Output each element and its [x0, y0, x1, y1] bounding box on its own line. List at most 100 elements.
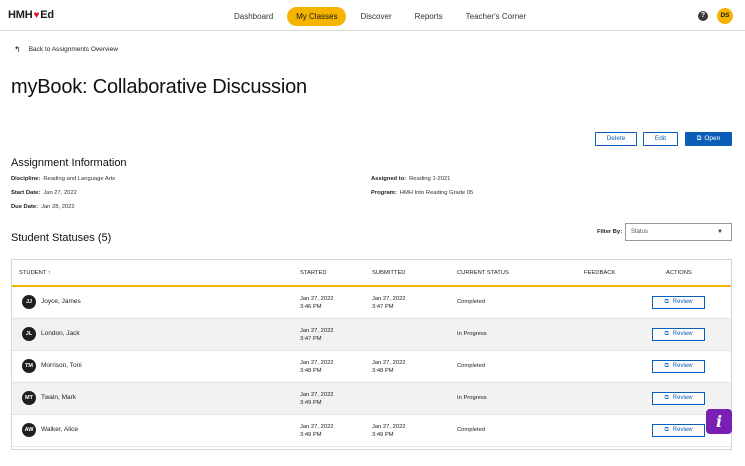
chevron-down-icon: ▼: [717, 229, 723, 235]
table-row: AW Walker, Alice Jan 27, 2022 3:49 PM Jan…: [12, 415, 731, 447]
review-button[interactable]: ⧉ Review: [652, 296, 705, 309]
program-info: Program: HMH Into Reading Grade 05: [371, 190, 473, 196]
student-status-table: STUDENT ↑ STARTED SUBMITTED CURRENT STAT…: [11, 259, 732, 450]
nav-teachers-corner[interactable]: Teacher's Corner: [457, 7, 536, 26]
nav-reports[interactable]: Reports: [406, 7, 452, 26]
review-label: Review: [672, 299, 693, 305]
student-avatar: TM: [22, 359, 36, 373]
started-date: Jan 27, 2022: [300, 328, 334, 334]
submitted-time: 3:48 PM: [372, 368, 394, 374]
nav-discover[interactable]: Discover: [351, 7, 400, 26]
program-value: HMH Into Reading Grade 05: [399, 190, 474, 196]
student-avatar: JJ: [22, 295, 36, 309]
submitted-cell: Jan 27, 2022 3:49 PM: [372, 423, 406, 439]
program-label: Program:: [371, 190, 397, 196]
started-cell: Jan 27, 2022 3:46 PM: [300, 295, 334, 311]
submitted-time: 3:47 PM: [372, 304, 394, 310]
user-avatar[interactable]: DS: [717, 8, 733, 24]
help-icon[interactable]: ?: [698, 11, 708, 21]
submitted-column-header: SUBMITTED: [372, 270, 406, 276]
submitted-date: Jan 27, 2022: [372, 296, 406, 302]
due-date-label: Due Date:: [11, 204, 39, 210]
started-cell: Jan 27, 2022 3:47 PM: [300, 327, 334, 343]
review-button[interactable]: ⧉ Review: [652, 328, 705, 341]
started-date: Jan 27, 2022: [300, 424, 334, 430]
start-date-value: Jan 27, 2022: [43, 190, 77, 196]
started-date: Jan 27, 2022: [300, 296, 334, 302]
review-button[interactable]: ⧉ Review: [652, 360, 705, 373]
edit-button[interactable]: Edit: [643, 132, 678, 146]
student-name: London, Jack: [41, 330, 80, 337]
started-cell: Jan 27, 2022 3:49 PM: [300, 391, 334, 407]
started-time: 3:47 PM: [300, 336, 322, 342]
main-nav: Dashboard My Classes Discover Reports Te…: [225, 7, 540, 26]
filter-by-label: Filter By:: [597, 229, 623, 235]
student-avatar: JL: [22, 327, 36, 341]
discipline-label: Discipline:: [11, 176, 41, 182]
due-date-info: Due Date: Jan 28, 2022: [11, 204, 75, 210]
submitted-cell: Jan 27, 2022 3:48 PM: [372, 359, 406, 375]
logo-heart-icon: ♥: [33, 9, 40, 21]
table-header: STUDENT ↑ STARTED SUBMITTED CURRENT STAT…: [12, 260, 731, 287]
discipline-info: Discipline: Reading and Language Arts: [11, 176, 115, 182]
external-link-icon: ⧉: [664, 395, 669, 401]
start-date-label: Start Date:: [11, 190, 41, 196]
back-link-label: Back to Assignments Overview: [28, 46, 118, 53]
review-label: Review: [672, 363, 693, 369]
student-name: Twain, Mark: [41, 394, 77, 401]
logo-text-left: HMH: [8, 9, 33, 21]
status-cell: In Progress: [457, 331, 487, 337]
started-time: 3:48 PM: [300, 368, 322, 374]
status-cell: Completed: [457, 427, 486, 433]
submitted-date: Jan 27, 2022: [372, 424, 406, 430]
nav-dashboard[interactable]: Dashboard: [225, 7, 282, 26]
assigned-to-value: Reading 1-2021: [409, 176, 451, 182]
delete-button[interactable]: Delete: [595, 132, 637, 146]
student-column-header[interactable]: STUDENT ↑: [19, 270, 51, 276]
started-date: Jan 27, 2022: [300, 392, 334, 398]
logo-text-right: Ed: [40, 9, 54, 21]
started-cell: Jan 27, 2022 3:48 PM: [300, 359, 334, 375]
external-link-icon: ⧉: [664, 363, 669, 369]
open-button[interactable]: ⧉ Open: [685, 132, 732, 146]
table-row: MT Twain, Mark Jan 27, 2022 3:49 PM In Pr…: [12, 383, 731, 415]
info-help-button[interactable]: i: [706, 409, 732, 434]
actions-column-header: ACTIONS: [666, 270, 692, 276]
started-time: 3:46 PM: [300, 304, 322, 310]
back-arrow-icon: ↰: [14, 45, 21, 54]
top-nav-bar: HMH ♥ Ed Dashboard My Classes Discover R…: [0, 0, 745, 31]
started-column-header: STARTED: [300, 270, 327, 276]
student-name: Joyce, James: [41, 298, 81, 305]
table-row: JJ Joyce, James Jan 27, 2022 3:46 PM Jan …: [12, 287, 731, 319]
feedback-column-header: FEEDBACK: [584, 270, 616, 276]
external-link-icon: ⧉: [664, 331, 669, 337]
review-label: Review: [672, 331, 693, 337]
table-row: JL London, Jack Jan 27, 2022 3:47 PM In P…: [12, 319, 731, 351]
review-label: Review: [672, 395, 693, 401]
student-name: Walker, Alice: [41, 426, 78, 433]
student-avatar: MT: [22, 391, 36, 405]
student-avatar: AW: [22, 423, 36, 437]
back-to-assignments-link[interactable]: ↰ Back to Assignments Overview: [14, 45, 118, 54]
status-filter-value: Status: [631, 229, 649, 235]
started-time: 3:49 PM: [300, 432, 322, 438]
submitted-time: 3:49 PM: [372, 432, 394, 438]
page-title: myBook: Collaborative Discussion: [11, 76, 307, 98]
open-external-icon: ⧉: [696, 135, 702, 142]
submitted-cell: Jan 27, 2022 3:47 PM: [372, 295, 406, 311]
status-filter-select[interactable]: Status ▼: [625, 223, 732, 241]
current-status-column-header: CURRENT STATUS: [457, 270, 509, 276]
nav-my-classes[interactable]: My Classes: [287, 7, 347, 26]
hmh-ed-logo[interactable]: HMH ♥ Ed: [8, 9, 54, 21]
submitted-date: Jan 27, 2022: [372, 360, 406, 366]
status-cell: In Progress: [457, 395, 487, 401]
due-date-value: Jan 28, 2022: [41, 204, 75, 210]
review-button[interactable]: ⧉ Review: [652, 392, 705, 405]
status-cell: Completed: [457, 363, 486, 369]
assignment-info-title: Assignment Information: [11, 157, 127, 169]
status-cell: Completed: [457, 299, 486, 305]
review-button[interactable]: ⧉ Review: [652, 424, 705, 437]
external-link-icon: ⧉: [664, 299, 669, 305]
student-name: Morrison, Toni: [41, 362, 82, 369]
assigned-to-label: Assigned to:: [371, 176, 407, 182]
